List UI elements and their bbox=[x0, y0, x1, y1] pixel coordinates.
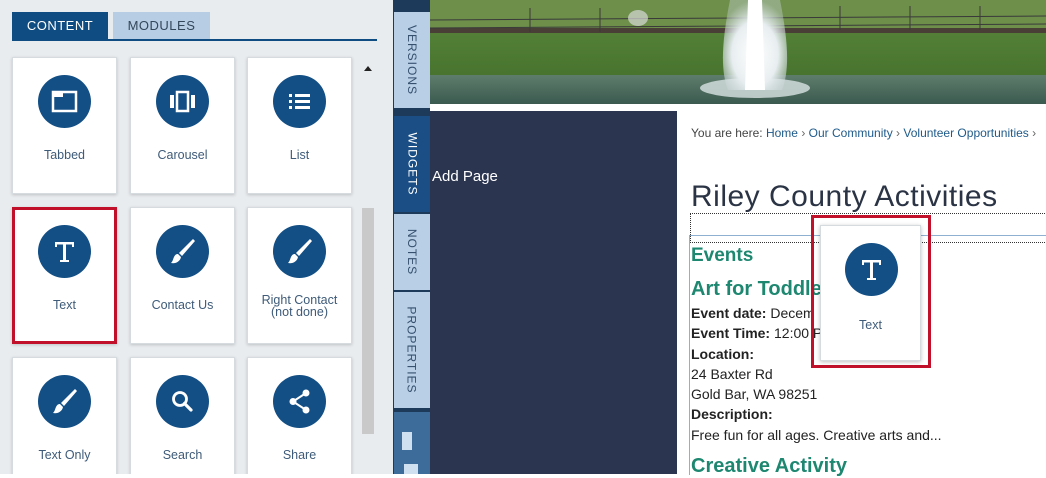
event-date-value: Decem bbox=[770, 305, 815, 321]
tab-properties-label: PROPERTIES bbox=[405, 306, 420, 394]
breadcrumb-separator: › bbox=[896, 126, 901, 140]
widget-label: Share bbox=[282, 448, 317, 462]
event-date-label: Event date: bbox=[691, 305, 767, 321]
dragged-text-widget[interactable]: Text bbox=[820, 225, 921, 361]
event-address-line1: 24 Baxter Rd bbox=[691, 366, 773, 382]
list-icon bbox=[273, 75, 326, 128]
description-label: Description: bbox=[691, 406, 773, 422]
tab-modules[interactable]: MODULES bbox=[113, 12, 210, 39]
event-location-label: Location: bbox=[691, 346, 754, 362]
add-page-link[interactable]: Add Page bbox=[432, 168, 498, 185]
event-time-label: Event Time: bbox=[691, 325, 771, 341]
widget-contact-us[interactable]: Contact Us bbox=[130, 207, 235, 344]
widget-label: Right Contact (not done) bbox=[250, 294, 349, 319]
carousel-icon bbox=[156, 75, 209, 128]
tab-widgets[interactable]: WIDGETS bbox=[394, 116, 430, 212]
widget-share[interactable]: Share bbox=[247, 357, 352, 474]
header-photo bbox=[430, 0, 1046, 104]
event-description: Free fun for all ages. Creative arts and… bbox=[691, 427, 942, 443]
tab-properties[interactable]: PROPERTIES bbox=[394, 292, 430, 408]
text-t-icon bbox=[38, 225, 91, 278]
tab-widgets-label: WIDGETS bbox=[405, 132, 419, 196]
tab-versions-label: VERSIONS bbox=[405, 24, 420, 96]
breadcrumb-link-home[interactable]: Home bbox=[766, 126, 798, 140]
breadcrumb-separator: › bbox=[801, 126, 806, 140]
tab-content[interactable]: CONTENT bbox=[12, 12, 108, 39]
paintbrush-icon bbox=[38, 375, 91, 428]
text-t-icon bbox=[845, 243, 898, 296]
event-address-line2: Gold Bar, WA 98251 bbox=[691, 386, 818, 402]
breadcrumb-link-volunteer[interactable]: Volunteer Opportunities bbox=[903, 126, 1028, 140]
widget-label-line2: (not done) bbox=[271, 305, 328, 319]
event-description-label: Description: bbox=[691, 406, 773, 422]
location-label: Location: bbox=[691, 346, 754, 362]
widget-label: Text bbox=[53, 298, 76, 312]
widget-panel: CONTENT MODULES Tabbed Carousel List Tex… bbox=[0, 0, 393, 474]
panel-scrollbar[interactable] bbox=[362, 208, 374, 434]
section-heading: Events bbox=[691, 245, 754, 266]
event-date: Event date: Decem bbox=[691, 305, 815, 321]
widget-label: Text bbox=[859, 318, 882, 332]
event-title: Art for Toddle bbox=[691, 278, 822, 300]
tab-notes-label: NOTES bbox=[405, 228, 419, 276]
widget-text[interactable]: Text bbox=[12, 207, 117, 344]
breadcrumb: You are here: Home › Our Community › Vol… bbox=[691, 126, 1046, 140]
widget-label: Tabbed bbox=[43, 148, 85, 162]
widget-right-contact[interactable]: Right Contact (not done) bbox=[247, 207, 352, 344]
widget-label: List bbox=[289, 148, 310, 162]
tab-tools[interactable] bbox=[394, 412, 430, 474]
widget-label: Text Only bbox=[38, 448, 91, 462]
tab-notes[interactable]: NOTES bbox=[394, 214, 430, 290]
page-nav-panel bbox=[430, 111, 677, 474]
widget-search[interactable]: Search bbox=[130, 357, 235, 474]
breadcrumb-separator: › bbox=[1032, 126, 1037, 140]
widget-label: Search bbox=[162, 448, 203, 462]
widget-list[interactable]: List bbox=[247, 57, 352, 194]
tabbed-window-icon bbox=[38, 75, 91, 128]
tools-icon bbox=[402, 432, 418, 474]
widget-label: Contact Us bbox=[151, 298, 214, 312]
breadcrumb-prefix: You are here: bbox=[691, 126, 763, 140]
tab-versions[interactable]: VERSIONS bbox=[394, 12, 430, 108]
share-icon bbox=[273, 375, 326, 428]
search-icon bbox=[156, 375, 209, 428]
widget-label: Carousel bbox=[157, 148, 208, 162]
side-tab-bar: VERSIONS WIDGETS NOTES PROPERTIES bbox=[393, 0, 430, 474]
breadcrumb-link-our-community[interactable]: Our Community bbox=[809, 126, 893, 140]
widget-carousel[interactable]: Carousel bbox=[130, 57, 235, 194]
event-title: Creative Activity bbox=[691, 455, 847, 477]
paintbrush-icon bbox=[156, 225, 209, 278]
widget-tabbed[interactable]: Tabbed bbox=[12, 57, 117, 194]
tab-underline bbox=[12, 39, 377, 41]
paintbrush-icon bbox=[273, 225, 326, 278]
widget-text-only[interactable]: Text Only bbox=[12, 357, 117, 474]
event-time: Event Time: 12:00 P bbox=[691, 325, 822, 341]
page-title: Riley County Activities bbox=[691, 180, 998, 213]
scroll-up-arrow-icon[interactable] bbox=[364, 60, 372, 71]
